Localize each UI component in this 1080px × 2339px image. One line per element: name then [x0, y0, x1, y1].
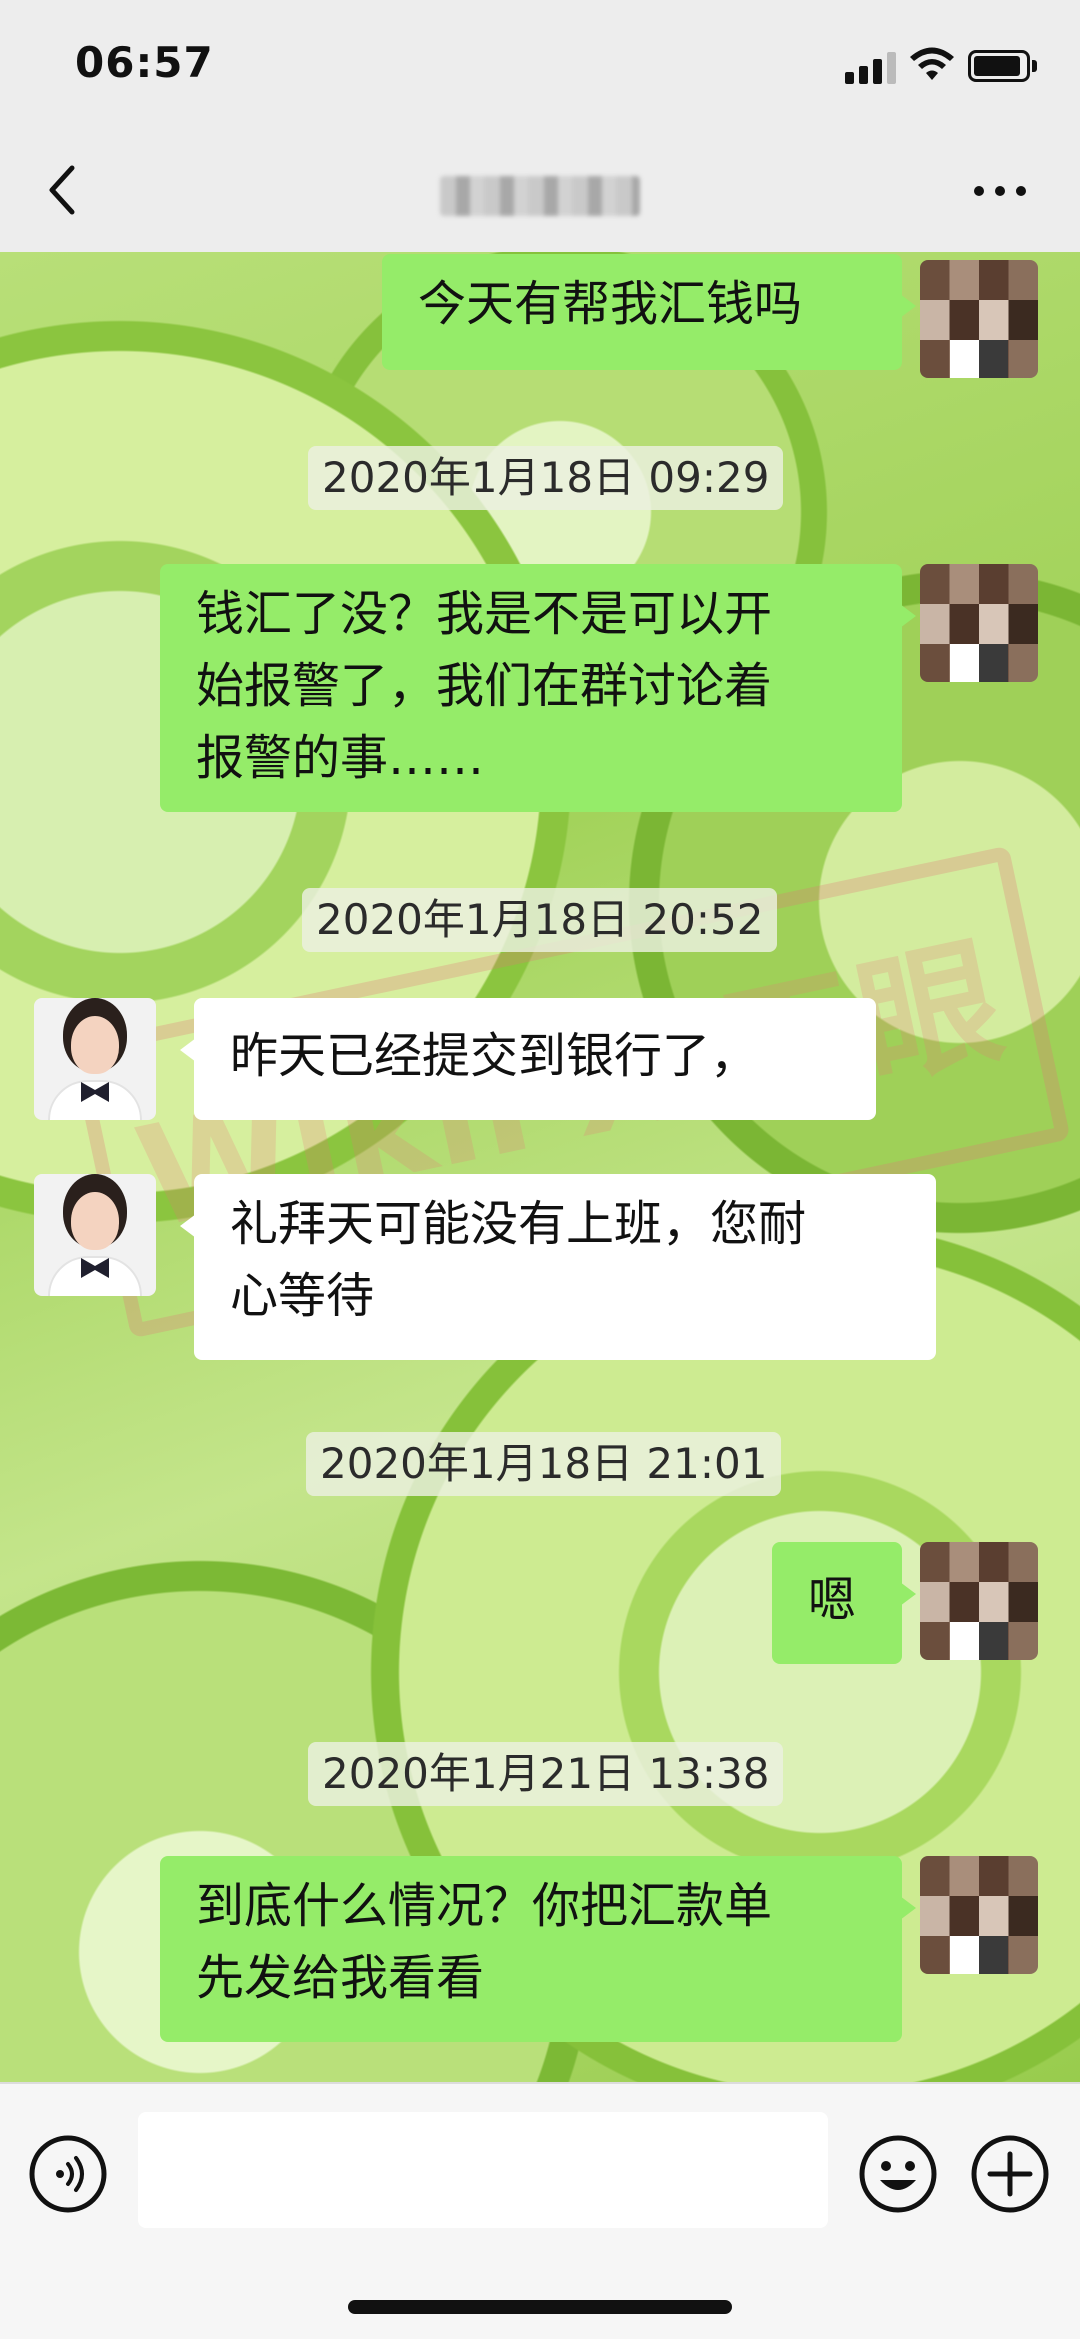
timestamp: 2020年1月18日 09:29: [308, 446, 784, 510]
emoji-icon[interactable]: [858, 2134, 938, 2214]
message-bubble-sent[interactable]: 嗯: [772, 1542, 916, 1664]
wifi-icon: [910, 47, 954, 80]
nav-bar: [0, 130, 1080, 252]
chat-area[interactable]: WikiFX 天眼 今天有帮我汇钱吗 2020年1月18日 09:29 钱汇了没…: [0, 252, 1080, 2082]
home-indicator[interactable]: [348, 2300, 732, 2314]
avatar-user[interactable]: [920, 1856, 1038, 1974]
chat-title-blurred: [440, 176, 640, 216]
signal-icon: [845, 50, 899, 84]
plus-icon[interactable]: [970, 2134, 1050, 2214]
message-bubble-received[interactable]: 昨天已经提交到银行了，: [180, 998, 876, 1120]
avatar-agent[interactable]: [34, 998, 156, 1120]
status-time: 06:57: [75, 38, 214, 87]
avatar-user[interactable]: [920, 564, 1038, 682]
battery-icon: [968, 50, 1038, 82]
avatar-user[interactable]: [920, 1542, 1038, 1660]
timestamp: 2020年1月18日 21:01: [306, 1432, 782, 1496]
message-input[interactable]: [138, 2112, 828, 2228]
avatar-agent[interactable]: [34, 1174, 156, 1296]
chevron-left-icon[interactable]: [40, 160, 90, 220]
more-dots-icon[interactable]: [970, 170, 1030, 210]
timestamp: 2020年1月21日 13:38: [308, 1742, 784, 1806]
status-bar: 06:57: [0, 0, 1080, 130]
message-bubble-sent[interactable]: 钱汇了没？我是不是可以开 始报警了，我们在群讨论着 报警的事……: [160, 564, 916, 812]
timestamp: 2020年1月18日 20:52: [302, 888, 778, 952]
message-bubble-sent[interactable]: 今天有帮我汇钱吗: [382, 254, 916, 370]
avatar-user[interactable]: [920, 260, 1038, 378]
message-bubble-sent[interactable]: 到底什么情况？你把汇款单 先发给我看看: [160, 1856, 916, 2042]
voice-icon[interactable]: [28, 2134, 108, 2214]
message-bubble-received[interactable]: 礼拜天可能没有上班，您耐 心等待: [180, 1174, 936, 1360]
